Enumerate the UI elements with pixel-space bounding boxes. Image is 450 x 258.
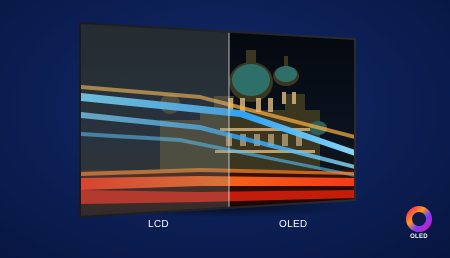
oled-badge: OLED xyxy=(402,205,436,245)
oled-label: OLED xyxy=(279,219,308,230)
lcd-label: LCD xyxy=(148,219,169,230)
oled-ring-icon xyxy=(406,206,432,232)
tv-comparison-image xyxy=(79,22,356,218)
promo-stage: LCD OLED OLED xyxy=(0,0,450,258)
oled-badge-text: OLED xyxy=(410,234,428,240)
